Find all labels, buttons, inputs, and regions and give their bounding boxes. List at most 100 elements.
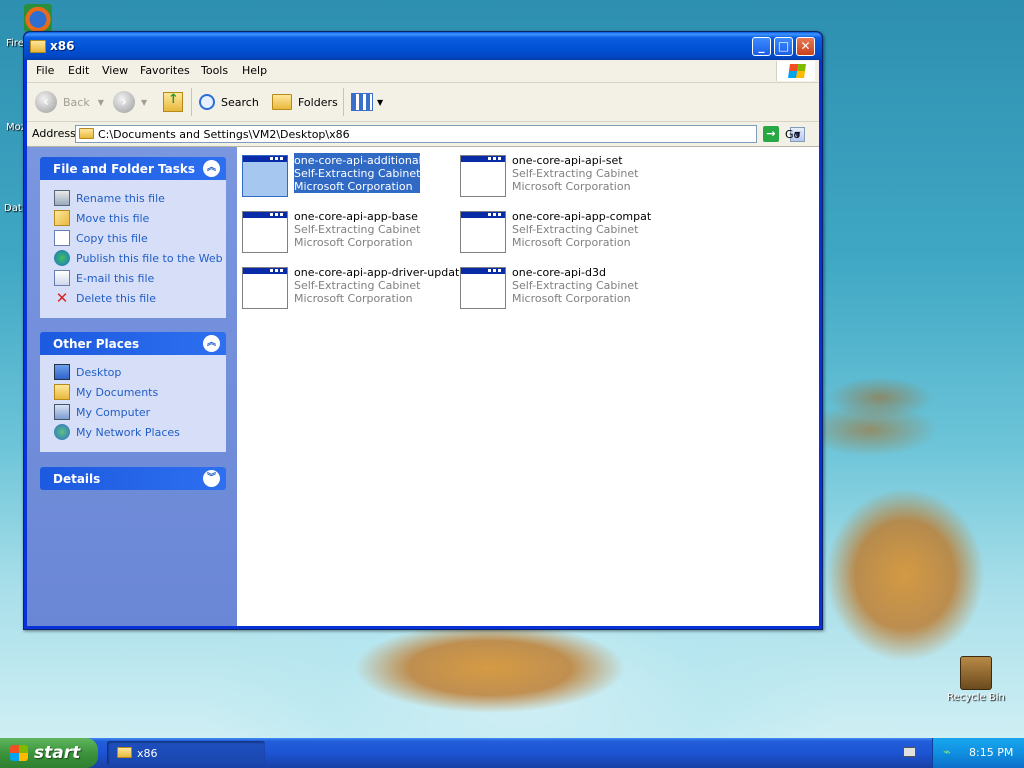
- search-icon: [199, 94, 215, 110]
- toolbar-separator: [343, 88, 344, 116]
- place-my-computer[interactable]: My Computer: [54, 404, 150, 420]
- file-item[interactable]: one-core-api-app-base Self-Extracting Ca…: [237, 209, 449, 255]
- views-dropdown-icon: ▼: [377, 97, 384, 107]
- forward-dropdown-icon: ▼: [141, 97, 148, 107]
- recycle-bin[interactable]: Recycle Bin: [946, 656, 1006, 703]
- go-arrow-icon[interactable]: →: [763, 126, 779, 142]
- place-desktop[interactable]: Desktop: [54, 364, 121, 380]
- minimize-button[interactable]: _: [752, 37, 771, 56]
- minimize-icon: _: [758, 39, 765, 53]
- other-places-header[interactable]: Other Places ︽: [40, 332, 226, 355]
- address-input[interactable]: C:\Documents and Settings\VM2\Desktop\x8…: [75, 125, 805, 143]
- cabinet-file-icon: [242, 211, 288, 253]
- toolbar-separator: [191, 88, 192, 116]
- close-button[interactable]: ✕: [796, 37, 815, 56]
- windows-flag-icon: [10, 745, 28, 761]
- folders-button[interactable]: Folders: [272, 89, 338, 115]
- my-computer-icon: [54, 404, 70, 420]
- file-tasks-title: File and Folder Tasks: [53, 162, 196, 176]
- place-label: Desktop: [76, 365, 122, 379]
- place-network[interactable]: My Network Places: [54, 424, 180, 440]
- go-button[interactable]: Go: [785, 128, 800, 141]
- back-label: Back: [63, 95, 90, 109]
- expand-chevron-icon[interactable]: ︾: [203, 470, 220, 487]
- task-email[interactable]: E-mail this file: [54, 270, 154, 286]
- task-publish[interactable]: Publish this file to the Web: [54, 250, 223, 266]
- publish-icon: [54, 250, 70, 266]
- other-places-body: Desktop My Documents My Computer My Netw…: [40, 355, 226, 452]
- task-rename[interactable]: Rename this file: [54, 190, 165, 206]
- file-name: one-core-api-app-compat: [512, 210, 652, 223]
- place-my-documents[interactable]: My Documents: [54, 384, 158, 400]
- task-label: Rename this file: [76, 191, 165, 205]
- task-label: Delete this file: [76, 291, 156, 305]
- address-label: Address: [32, 127, 76, 140]
- cabinet-file-icon: [242, 267, 288, 309]
- file-type: Self-Extracting Cabinet: [294, 223, 421, 236]
- file-item[interactable]: one-core-api-d3d Self-Extracting Cabinet…: [455, 265, 667, 311]
- address-path: C:\Documents and Settings\VM2\Desktop\x8…: [98, 128, 350, 141]
- details-header[interactable]: Details ︾: [40, 467, 226, 490]
- move-icon: [54, 210, 70, 226]
- file-tasks-header[interactable]: File and Folder Tasks ︽: [40, 157, 226, 180]
- cabinet-file-icon: [460, 267, 506, 309]
- file-name: one-core-api-app-driver-update: [294, 266, 467, 279]
- file-company: Microsoft Corporation: [512, 180, 631, 193]
- desktop-label-data[interactable]: Dat: [4, 203, 22, 214]
- folder-icon: [30, 40, 46, 53]
- windows-logo: [776, 61, 815, 81]
- maximize-button[interactable]: □: [774, 37, 793, 56]
- task-move[interactable]: Move this file: [54, 210, 149, 226]
- cabinet-file-icon: [460, 155, 506, 197]
- windows-flag-icon: [788, 64, 806, 78]
- title-bar[interactable]: x86 _ □ ✕: [24, 32, 822, 60]
- forward-button[interactable]: › ▼: [113, 89, 147, 115]
- keyboard-icon[interactable]: [903, 747, 916, 757]
- close-icon: ✕: [800, 39, 811, 53]
- file-list: one-core-api-additional-dll Self-Extract…: [237, 147, 819, 626]
- views-icon: [351, 93, 373, 111]
- file-item[interactable]: one-core-api-api-set Self-Extracting Cab…: [455, 153, 667, 199]
- collapse-chevron-icon[interactable]: ︽: [203, 335, 220, 352]
- firefox-desktop-icon[interactable]: [24, 4, 52, 32]
- file-item[interactable]: one-core-api-app-compat Self-Extracting …: [455, 209, 667, 255]
- address-folder-icon: [79, 128, 94, 139]
- file-item[interactable]: one-core-api-additional-dll Self-Extract…: [237, 153, 449, 199]
- task-label: E-mail this file: [76, 271, 155, 285]
- task-delete[interactable]: ✕ Delete this file: [54, 290, 156, 306]
- start-button[interactable]: start: [0, 738, 98, 768]
- menu-file[interactable]: File: [36, 64, 54, 77]
- up-folder-button[interactable]: ↑: [163, 89, 183, 115]
- start-label: start: [34, 743, 81, 763]
- address-bar: Address C:\Documents and Settings\VM2\De…: [27, 122, 819, 147]
- explorer-window: x86 _ □ ✕ File Edit View Favorites Tools…: [23, 31, 823, 630]
- back-arrow-icon: ‹: [35, 91, 57, 113]
- taskbar-task-label: x86: [137, 747, 158, 760]
- file-name: one-core-api-app-base: [294, 210, 418, 223]
- toolbar: ‹ Back ▼ › ▼ ↑ Search Folders ▼: [27, 83, 819, 122]
- menu-edit[interactable]: Edit: [68, 64, 89, 77]
- menu-view[interactable]: View: [102, 64, 128, 77]
- network-tray-icon[interactable]: ⌁: [943, 745, 951, 760]
- recycle-bin-label: Recycle Bin: [947, 692, 1005, 703]
- desktop-label-firefox[interactable]: Fire: [6, 38, 24, 49]
- file-name: one-core-api-additional-dll: [294, 154, 439, 167]
- views-button[interactable]: ▼: [351, 89, 383, 115]
- task-label: Move this file: [76, 211, 150, 225]
- menu-help[interactable]: Help: [242, 64, 267, 77]
- window-client: File Edit View Favorites Tools Help ‹ Ba…: [27, 60, 819, 626]
- delete-icon: ✕: [55, 289, 69, 307]
- file-item[interactable]: one-core-api-app-driver-update Self-Extr…: [237, 265, 466, 311]
- back-button[interactable]: ‹ Back ▼: [35, 89, 104, 115]
- place-label: My Documents: [76, 385, 159, 399]
- menu-tools[interactable]: Tools: [201, 64, 228, 77]
- task-copy[interactable]: Copy this file: [54, 230, 148, 246]
- collapse-chevron-icon[interactable]: ︽: [203, 160, 220, 177]
- file-name: one-core-api-api-set: [512, 154, 623, 167]
- menu-favorites[interactable]: Favorites: [140, 64, 190, 77]
- file-type: Self-Extracting Cabinet: [512, 279, 639, 292]
- file-type: Self-Extracting Cabinet: [512, 223, 639, 236]
- taskbar-task-x86[interactable]: x86: [107, 741, 265, 765]
- search-button[interactable]: Search: [199, 89, 259, 115]
- clock[interactable]: 8:15 PM: [969, 746, 1013, 759]
